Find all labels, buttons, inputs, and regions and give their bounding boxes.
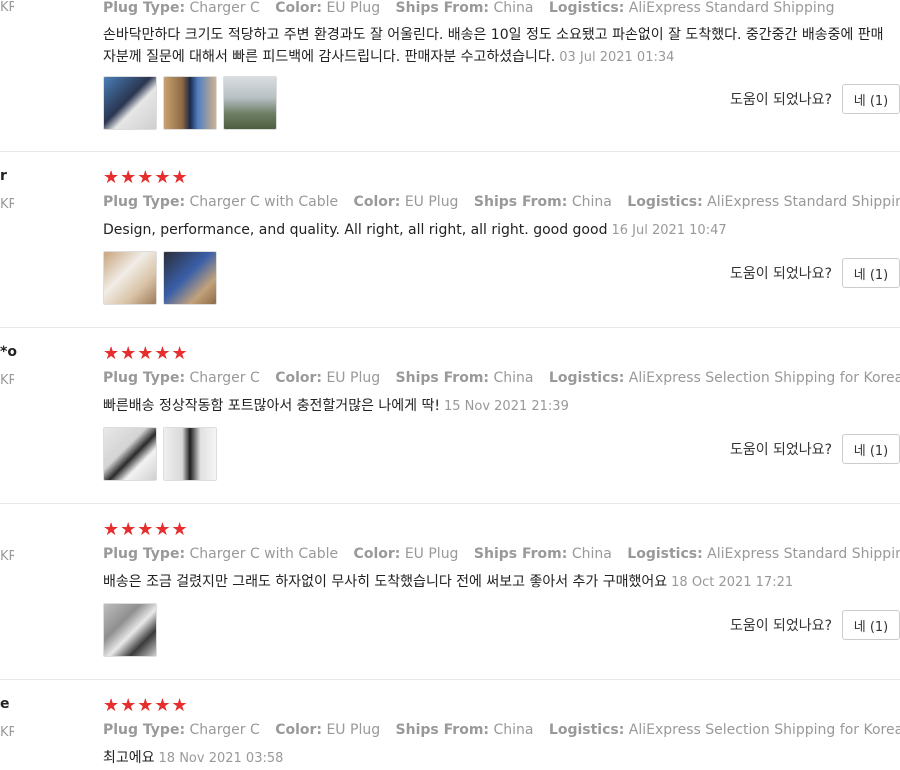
logistics-label: Logistics:: [548, 722, 625, 738]
logistics-label: Logistics:: [627, 194, 703, 210]
review-text: 빠른배송 정상작동함 포트많아서 충전할거많은 나에게 딱! 15 Nov 202…: [103, 395, 893, 418]
color-label: Color:: [353, 546, 401, 562]
review-date: 16 Jul 2021 10:47: [611, 223, 727, 238]
reviewer-name: e: [0, 696, 10, 712]
rating-stars: ★★★★★: [103, 343, 189, 364]
review-photos: [103, 603, 157, 657]
logistics-label: Logistics:: [548, 370, 625, 386]
review-photos: [103, 427, 217, 481]
review-attributes: Plug Type: Charger C Color: EU Plug Ship…: [103, 0, 845, 16]
plug-type-value: Charger C with Cable: [189, 194, 339, 210]
plug-type-label: Plug Type:: [103, 194, 186, 210]
helpful-section: 도움이 되었나요? 네 (1): [730, 610, 900, 640]
ships-from-label: Ships From:: [473, 546, 568, 562]
review-photos: [103, 251, 217, 305]
review-body: 손바닥만하다 크기도 적당하고 주변 환경과도 잘 어울린다. 배송은 10일 …: [103, 27, 884, 65]
review-photo[interactable]: [163, 427, 217, 481]
helpful-yes-button[interactable]: 네 (1): [842, 610, 900, 640]
color-label: Color:: [275, 722, 322, 738]
review-attributes: Plug Type: Charger C with Cable Color: E…: [103, 546, 900, 562]
color-value: EU Plug: [326, 722, 381, 738]
color-label: Color:: [275, 370, 322, 386]
ships-from-value: China: [493, 0, 534, 16]
review-photo[interactable]: [163, 76, 217, 130]
ships-from-label: Ships From:: [395, 370, 490, 386]
ships-from-label: Ships From:: [395, 722, 490, 738]
rating-stars: ★★★★★: [103, 519, 189, 540]
review-photo[interactable]: [103, 427, 157, 481]
reviewer-country: KR: [0, 549, 14, 564]
helpful-question: 도움이 되었나요?: [729, 266, 832, 282]
divider: [0, 327, 900, 328]
ships-from-label: Ships From:: [473, 194, 568, 210]
reviewer-country: KR: [0, 725, 14, 740]
helpful-section: 도움이 되었나요? 네 (1): [730, 434, 900, 464]
color-value: EU Plug: [404, 546, 459, 562]
review-date: 18 Oct 2021 17:21: [671, 575, 794, 590]
rating-stars: ★★★★★: [103, 695, 189, 716]
color-value: EU Plug: [326, 370, 381, 386]
review-photo[interactable]: [223, 76, 277, 130]
helpful-yes-button[interactable]: 네 (1): [842, 258, 900, 288]
plug-type-label: Plug Type:: [103, 546, 186, 562]
logistics-value: AliExpress Standard Shipping: [628, 0, 835, 16]
review-text: 배송은 조금 걸렸지만 그래도 하자없이 무사히 도착했습니다 전에 써보고 좋…: [103, 571, 893, 594]
helpful-question: 도움이 되었나요?: [729, 92, 832, 108]
logistics-value: AliExpress Standard Shipping: [707, 194, 900, 210]
plug-type-value: Charger C with Cable: [189, 546, 339, 562]
color-value: EU Plug: [404, 194, 459, 210]
logistics-label: Logistics:: [548, 0, 625, 16]
review-date: 03 Jul 2021 01:34: [559, 50, 675, 65]
ships-from-value: China: [493, 722, 534, 738]
review-attributes: Plug Type: Charger C with Cable Color: E…: [103, 194, 900, 210]
plug-type-value: Charger C: [189, 370, 260, 386]
reviewer-country: KR: [0, 373, 14, 388]
ships-from-label: Ships From:: [395, 0, 490, 16]
review-photo[interactable]: [163, 251, 217, 305]
review-photo[interactable]: [103, 251, 157, 305]
ships-from-value: China: [571, 546, 612, 562]
review-date: 15 Nov 2021 21:39: [443, 399, 569, 414]
ships-from-value: China: [493, 370, 534, 386]
helpful-section: 도움이 되었나요? 네 (1): [730, 258, 900, 288]
review-body: 최고에요: [103, 750, 155, 766]
color-label: Color:: [275, 0, 322, 16]
divider: [0, 151, 900, 152]
reviewer-country: KR: [0, 197, 14, 212]
review-text: 손바닥만하다 크기도 적당하고 주변 환경과도 잘 어울린다. 배송은 10일 …: [103, 24, 893, 69]
color-value: EU Plug: [326, 0, 381, 16]
review-attributes: Plug Type: Charger C Color: EU Plug Ship…: [103, 722, 900, 738]
plug-type-value: Charger C: [189, 722, 260, 738]
review-date: 18 Nov 2021 03:58: [158, 751, 284, 766]
logistics-value: AliExpress Selection Shipping for Korea: [628, 722, 900, 738]
helpful-yes-button[interactable]: 네 (1): [842, 434, 900, 464]
review-photos: [103, 76, 277, 130]
reviewer-name: r: [0, 168, 7, 184]
plug-type-label: Plug Type:: [103, 722, 186, 738]
plug-type-value: Charger C: [189, 0, 260, 16]
review-text: Design, performance, and quality. All ri…: [103, 219, 893, 242]
divider: [0, 679, 900, 680]
logistics-value: AliExpress Standard Shipping: [707, 546, 900, 562]
ships-from-value: China: [571, 194, 612, 210]
helpful-question: 도움이 되었나요?: [729, 618, 832, 634]
reviewer-name: *o: [0, 344, 17, 360]
reviewer-country: KR: [0, 0, 14, 15]
logistics-value: AliExpress Selection Shipping for Korea: [628, 370, 900, 386]
review-body: 빠른배송 정상작동함 포트많아서 충전할거많은 나에게 딱!: [103, 398, 440, 414]
rating-stars: ★★★★★: [103, 167, 189, 188]
helpful-section: 도움이 되었나요? 네 (1): [730, 84, 900, 114]
review-body: Design, performance, and quality. All ri…: [103, 222, 608, 238]
color-label: Color:: [353, 194, 401, 210]
review-body: 배송은 조금 걸렸지만 그래도 하자없이 무사히 도착했습니다 전에 써보고 좋…: [103, 574, 668, 590]
helpful-question: 도움이 되었나요?: [729, 442, 832, 458]
review-attributes: Plug Type: Charger C Color: EU Plug Ship…: [103, 370, 900, 386]
helpful-yes-button[interactable]: 네 (1): [842, 84, 900, 114]
plug-type-label: Plug Type:: [103, 0, 186, 16]
logistics-label: Logistics:: [627, 546, 703, 562]
review-photo[interactable]: [103, 76, 157, 130]
review-photo[interactable]: [103, 603, 157, 657]
plug-type-label: Plug Type:: [103, 370, 186, 386]
divider: [0, 503, 900, 504]
